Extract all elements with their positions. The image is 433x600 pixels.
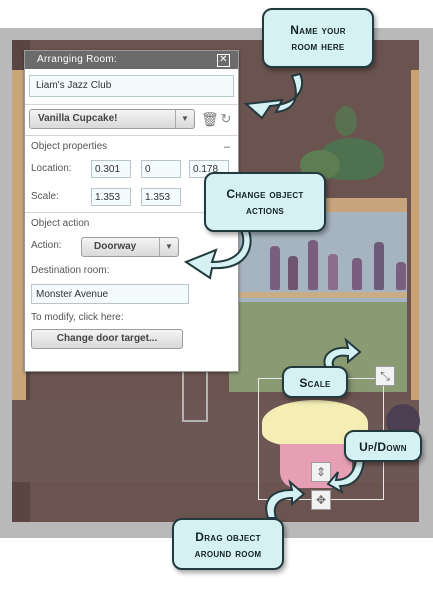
callout-line: Drag object [195,530,261,544]
callout-line: Name your [290,23,346,37]
callout-up-down: Up/Down [344,430,422,462]
callout-line: Up/Down [359,440,407,454]
callout-line: Change object [226,187,304,201]
callout-scale: Scale [282,366,348,398]
callout-line: room here [291,39,345,53]
callout-name-room: Name your room here [262,8,374,68]
callout-line: Scale [299,376,331,390]
callout-line: actions [245,203,285,217]
arrow-icon [183,72,366,519]
callout-change-actions: Change object actions [204,172,326,232]
callout-drag: Drag object around room [172,518,284,570]
callout-line: around room [194,546,262,560]
